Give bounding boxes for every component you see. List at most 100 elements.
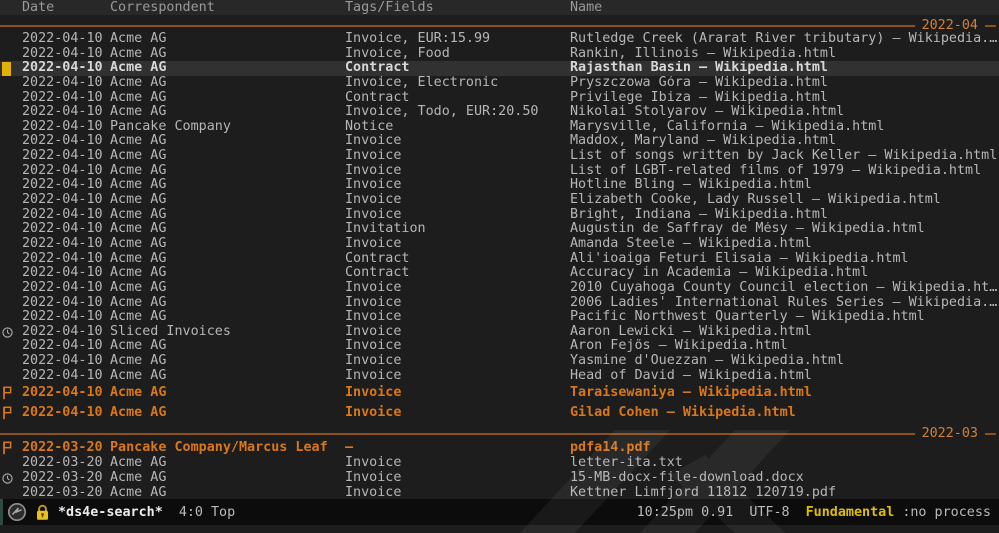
row-tags: Invoice [345, 208, 570, 223]
table-row[interactable]: 2022-04-10 Acme AG Invoice, Food Rankin,… [0, 47, 999, 62]
row-status-icon-cell [0, 47, 22, 62]
table-row[interactable]: 2022-03-20 Pancake Company/Marcus Leaf –… [0, 440, 999, 456]
table-row[interactable]: 2022-04-10 Acme AG Invoice, EUR:15.99 Ru… [0, 32, 999, 47]
major-mode[interactable]: Fundamental [806, 505, 895, 520]
row-date: 2022-04-10 [22, 403, 110, 423]
row-date: 2022-04-10 [22, 164, 110, 179]
row-tags: Invitation [345, 222, 570, 237]
row-name: Accuracy in Academia – Wikipedia.html [570, 266, 999, 281]
table-row[interactable]: 2022-04-10 Acme AG Invoice 2006 Ladies' … [0, 296, 999, 311]
table-row[interactable]: 2022-04-10 Acme AG Invoice Elizabeth Coo… [0, 193, 999, 208]
row-correspondent: Acme AG [110, 383, 345, 403]
row-correspondent: Acme AG [110, 266, 345, 281]
row-correspondent: Acme AG [110, 178, 345, 193]
row-tags: Contract [345, 61, 570, 76]
table-row[interactable]: 2022-04-10 Acme AG Invoice Amanda Steele… [0, 237, 999, 252]
table-row[interactable]: 2022-04-10 Acme AG Invoice 2010 Cuyahoga… [0, 281, 999, 296]
modeline-load: 0.91 [701, 505, 733, 520]
row-date: 2022-04-10 [22, 193, 110, 208]
row-correspondent: Acme AG [110, 61, 345, 76]
table-row[interactable]: 2022-04-10 Acme AG Contract Ali'ioaiga F… [0, 252, 999, 267]
row-name: Augustin de Saffray de Mésy – Wikipedia.… [570, 222, 999, 237]
row-name: Amanda Steele – Wikipedia.html [570, 237, 999, 252]
table-row[interactable]: 2022-04-10 Pancake Company Notice Marysv… [0, 120, 999, 135]
row-tags: Notice [345, 120, 570, 135]
table-row[interactable]: 2022-04-10 Acme AG Invoice Head of David… [0, 369, 999, 384]
table-row[interactable]: 2022-04-10 Acme AG Contract Privilege Ib… [0, 91, 999, 106]
row-correspondent: Acme AG [110, 296, 345, 311]
row-status-icon-cell [0, 403, 22, 423]
row-correspondent: Acme AG [110, 134, 345, 149]
row-status-icon-cell [0, 193, 22, 208]
row-date: 2022-04-10 [22, 369, 110, 384]
table-row[interactable]: 2022-04-10 Acme AG Invoice Gilad Cohen –… [0, 403, 999, 423]
row-tags: Invoice [345, 471, 570, 486]
table-row[interactable]: 2022-04-10 Acme AG Invoice Bright, India… [0, 208, 999, 223]
row-correspondent: Acme AG [110, 208, 345, 223]
row-date: 2022-04-10 [22, 208, 110, 223]
row-tags: Invoice, EUR:15.99 [345, 32, 570, 47]
table-row[interactable]: 2022-04-10 Acme AG Invoice, Todo, EUR:20… [0, 105, 999, 120]
row-name: Pacific Northwest Quarterly – Wikipedia.… [570, 310, 999, 325]
table-row[interactable]: 2022-04-10 Acme AG Invoice Pacific North… [0, 310, 999, 325]
row-tags: Invoice [345, 383, 570, 403]
row-tags: Invoice [345, 178, 570, 193]
modeline: *ds4e-search* 4:0 Top 10:25pm 0.91 UTF-8… [0, 499, 999, 525]
row-status-icon-cell [0, 252, 22, 267]
row-tags: Invoice [345, 354, 570, 369]
row-name: 2006 Ladies' International Rules Series … [570, 296, 999, 311]
month-separator: 2022-03 [0, 427, 999, 440]
row-tags: Invoice [345, 149, 570, 164]
row-name: Rankin, Illinois – Wikipedia.html [570, 47, 999, 62]
table-row[interactable]: 2022-03-20 Acme AG Invoice letter-ita.tx… [0, 456, 999, 471]
row-date: 2022-04-10 [22, 354, 110, 369]
table-row[interactable]: 2022-04-10 Acme AG Contract Accuracy in … [0, 266, 999, 281]
table-row[interactable]: 2022-04-10 Acme AG Contract Rajasthan Ba… [0, 61, 999, 76]
row-name: Yasmine d'Ouezzan – Wikipedia.html [570, 354, 999, 369]
header-col-name: Name [570, 0, 999, 15]
row-tags: Invoice [345, 369, 570, 384]
table-row[interactable]: 2022-03-20 Acme AG Invoice 15-MB-docx-fi… [0, 471, 999, 486]
table-row[interactable]: 2022-04-10 Acme AG Invoice, Electronic P… [0, 76, 999, 91]
row-tags: Invoice [345, 339, 570, 354]
row-status-icon-cell [0, 208, 22, 223]
table-row[interactable]: 2022-04-10 Acme AG Invoice Hotline Bling… [0, 178, 999, 193]
table-row[interactable]: 2022-04-10 Acme AG Invoice Yasmine d'Oue… [0, 354, 999, 369]
row-date: 2022-03-20 [22, 456, 110, 471]
app-badge-icon [7, 502, 27, 522]
table-row[interactable]: 2022-04-10 Sliced Invoices Invoice Aaron… [0, 325, 999, 340]
table-row[interactable]: 2022-04-10 Acme AG Invitation Augustin d… [0, 222, 999, 237]
row-correspondent: Acme AG [110, 403, 345, 423]
row-status-icon-cell [0, 281, 22, 296]
row-tags: Invoice, Food [345, 47, 570, 62]
table-row[interactable]: 2022-04-10 Acme AG Invoice List of LGBT-… [0, 164, 999, 179]
row-status-icon-cell [0, 91, 22, 106]
row-name: Bright, Indiana – Wikipedia.html [570, 208, 999, 223]
row-tags: Invoice [345, 193, 570, 208]
clock-icon [2, 327, 13, 338]
row-status-icon-cell [0, 339, 22, 354]
flag-icon [2, 386, 12, 400]
row-correspondent: Acme AG [110, 32, 345, 47]
row-status-icon-cell [0, 310, 22, 325]
table-row[interactable]: 2022-04-10 Acme AG Invoice List of songs… [0, 149, 999, 164]
header-col-tags: Tags/Fields [345, 0, 570, 15]
row-name: List of LGBT-related films of 1979 – Wik… [570, 164, 999, 179]
row-name: Marysville, California – Wikipedia.html [570, 120, 999, 135]
row-date: 2022-04-10 [22, 237, 110, 252]
table-row[interactable]: 2022-04-10 Acme AG Invoice Maddox, Maryl… [0, 134, 999, 149]
row-tags: Invoice [345, 310, 570, 325]
row-correspondent: Acme AG [110, 456, 345, 471]
row-date: 2022-03-20 [22, 440, 110, 456]
row-date: 2022-04-10 [22, 339, 110, 354]
table-row[interactable]: 2022-04-10 Acme AG Invoice Áron Fejős – … [0, 339, 999, 354]
buffer-name[interactable]: *ds4e-search* [58, 505, 163, 520]
row-correspondent: Acme AG [110, 91, 345, 106]
row-status-icon-cell [0, 266, 22, 281]
row-status-icon-cell [0, 61, 22, 76]
row-status-icon-cell [0, 296, 22, 311]
flag-icon [2, 441, 12, 455]
row-date: 2022-04-10 [22, 296, 110, 311]
table-row[interactable]: 2022-04-10 Acme AG Invoice Taraisewaniya… [0, 383, 999, 403]
row-name: Hotline Bling – Wikipedia.html [570, 178, 999, 193]
